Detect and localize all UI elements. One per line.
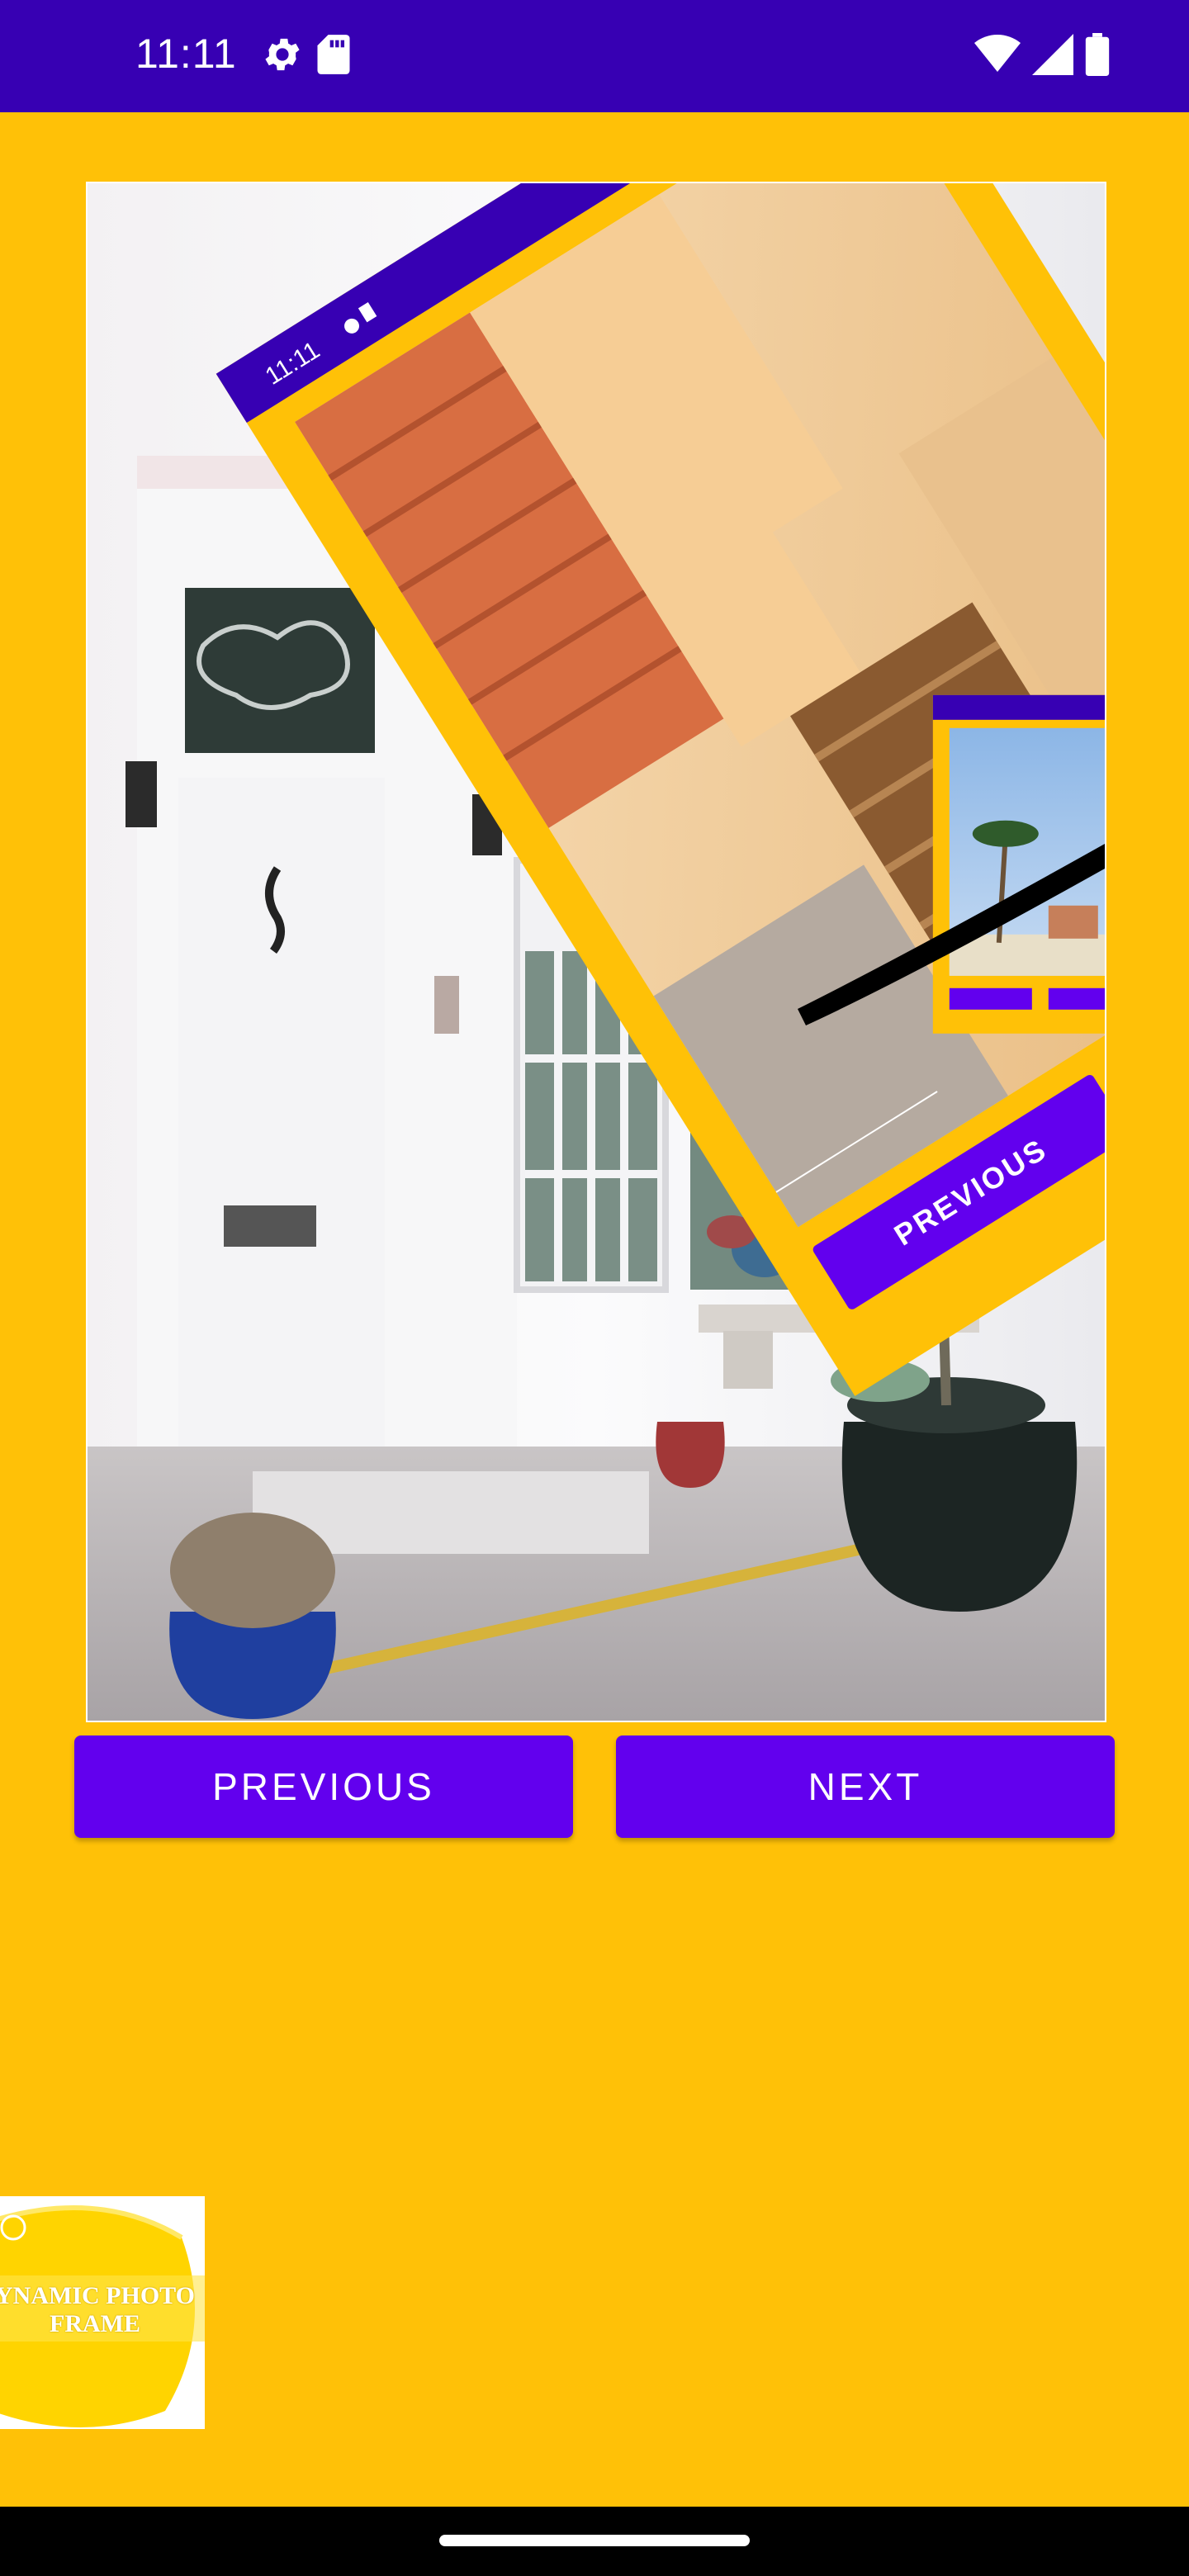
badge-title-line1: YNAMIC PHOTO [0,2282,195,2309]
signal-icon [1032,34,1074,75]
settings-icon [265,38,300,71]
navigation-bar [0,2507,1189,2576]
next-button[interactable]: NEXT [616,1735,1115,1838]
app-badge[interactable]: YNAMIC PHOTO FRAME [0,2196,205,2429]
status-left-icons [253,33,352,79]
frame-photo: 11:11 PREVIOUS [88,183,1105,1721]
status-time: 11:11 [135,31,237,77]
photo-frame: 11:11 PREVIOUS [86,182,1106,1722]
home-gesture-handle[interactable] [439,2535,750,2546]
battery-icon [1085,33,1110,76]
sd-card-icon [317,35,350,74]
wifi-icon [974,35,1021,72]
previous-button[interactable]: PREVIOUS [74,1735,573,1838]
badge-title-line2: FRAME [50,2310,140,2337]
status-right-icons [966,33,1110,79]
status-bar: 11:11 [0,0,1189,112]
badge-title: YNAMIC PHOTO FRAME [0,2282,205,2338]
